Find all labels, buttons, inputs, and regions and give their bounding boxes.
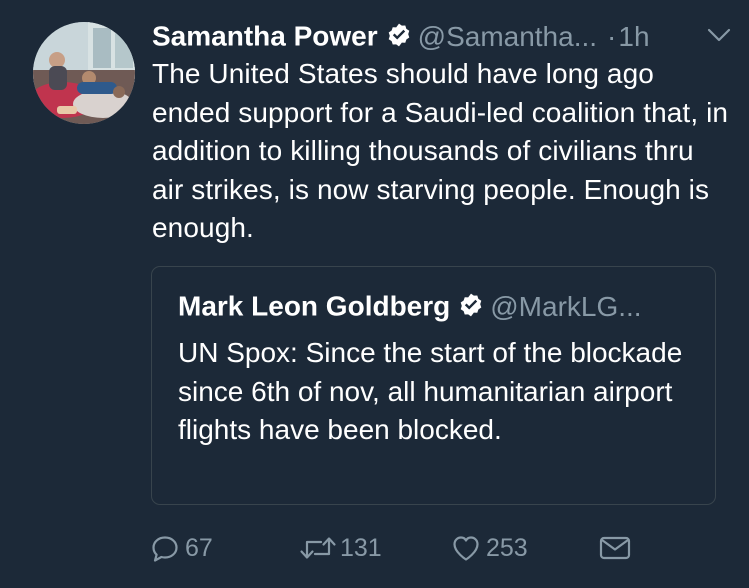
heart-icon [453, 536, 479, 561]
retweet-count: 131 [340, 533, 382, 562]
tweet-header: Samantha Power @Samantha... ·1h [152, 16, 732, 54]
envelope-icon [599, 536, 631, 560]
verified-badge-icon [388, 23, 409, 46]
retweet-button[interactable]: 131 [298, 530, 382, 566]
quoted-author-handle[interactable]: @MarkLG... [490, 291, 641, 322]
author-handle[interactable]: @Samantha... [418, 21, 597, 52]
direct-message-button[interactable] [598, 530, 632, 566]
reply-count: 67 [185, 533, 213, 562]
quoted-tweet-header: Mark Leon Goldberg @MarkLG... [178, 285, 698, 325]
chevron-down-icon[interactable] [706, 24, 732, 46]
header-separator: · [607, 20, 617, 52]
tweet-actions: 67 131 253 [150, 530, 650, 566]
avatar[interactable] [33, 22, 135, 124]
quoted-author-display-name[interactable]: Mark Leon Goldberg [178, 291, 450, 322]
verified-badge-icon [460, 293, 482, 316]
tweet-text: The United States should have long ago e… [152, 58, 729, 243]
quoted-tweet-text: UN Spox: Since the start of the blockade… [178, 337, 683, 445]
retweet-icon [300, 537, 336, 559]
author-display-name[interactable]: Samantha Power [152, 21, 378, 52]
timestamp[interactable]: 1h [618, 21, 649, 52]
avatar-photo [33, 22, 135, 124]
like-count: 253 [486, 533, 528, 562]
reply-icon [152, 536, 178, 562]
tweet: Samantha Power @Samantha... ·1h The United… [0, 0, 749, 588]
quoted-tweet-card[interactable]: Mark Leon Goldberg @MarkLG... UN Spox: Si… [151, 266, 716, 505]
like-button[interactable]: 253 [451, 530, 528, 566]
reply-button[interactable]: 67 [150, 530, 213, 566]
